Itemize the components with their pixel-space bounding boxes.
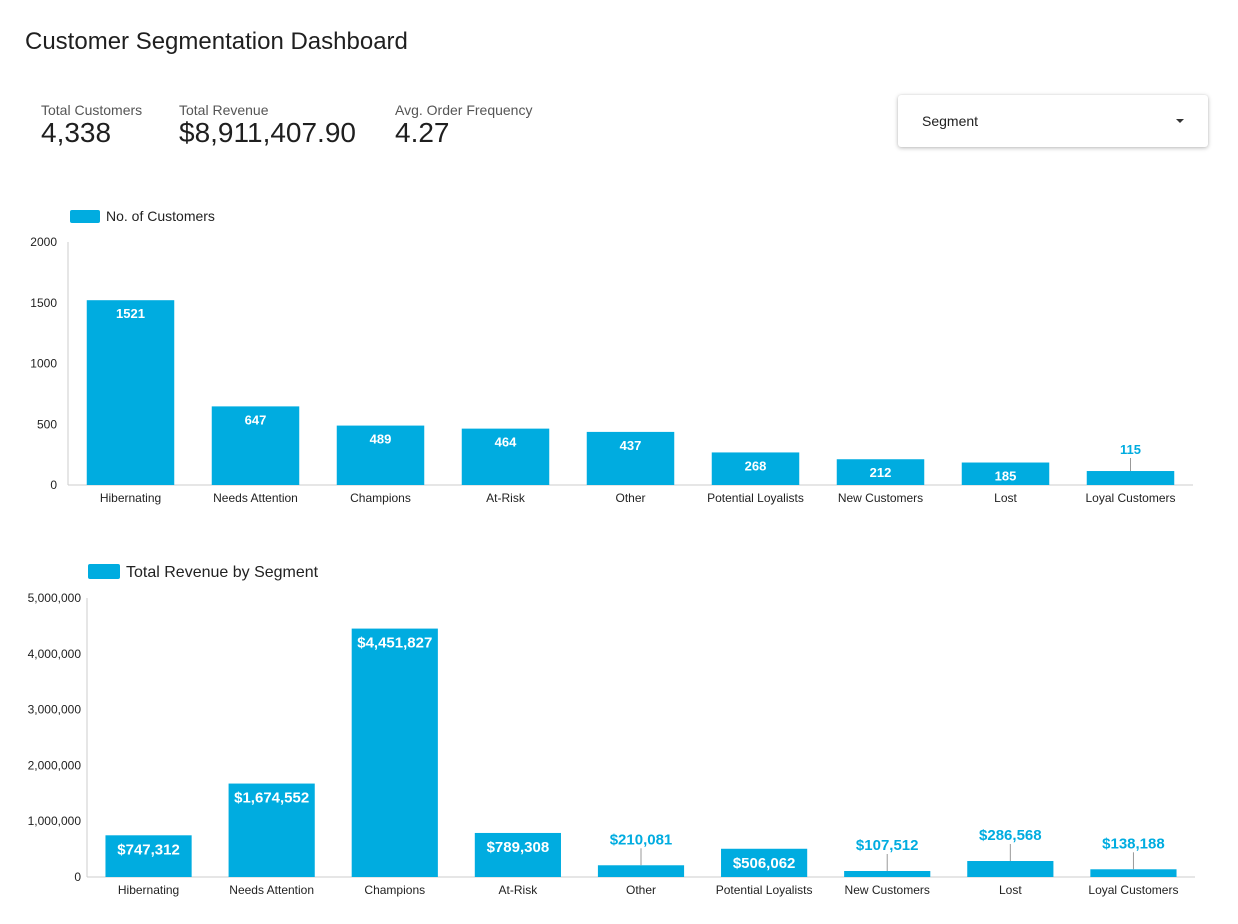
y-tick-label: 5,000,000 bbox=[28, 591, 82, 605]
x-tick-label: Lost bbox=[994, 491, 1017, 505]
data-label: $4,451,827 bbox=[357, 635, 432, 652]
bar-other[interactable] bbox=[597, 865, 685, 877]
bar-lost[interactable] bbox=[967, 861, 1054, 877]
kpi-value: 4,338 bbox=[41, 117, 112, 148]
y-tick-label: 2,000,000 bbox=[28, 758, 82, 772]
caret-down-icon bbox=[1176, 119, 1184, 123]
x-tick-label: Champions bbox=[350, 491, 411, 505]
x-tick-label: Other bbox=[626, 883, 656, 897]
x-tick-label: New Customers bbox=[845, 883, 930, 897]
y-tick-label: 3,000,000 bbox=[28, 703, 82, 717]
data-label: $1,674,552 bbox=[234, 790, 309, 807]
customers-bar-chart: No. of Customers 0 500 1000 1500 2000 1521 Hibe… bbox=[30, 208, 1193, 505]
chart-legend: Total Revenue by Segment bbox=[88, 564, 319, 581]
kpi-value: $8,911,407.90 bbox=[179, 117, 356, 148]
legend-swatch bbox=[70, 210, 100, 223]
x-tick-label: Loyal Customers bbox=[1088, 883, 1178, 897]
data-label: 1521 bbox=[116, 306, 145, 321]
data-label: 268 bbox=[745, 458, 767, 473]
legend-label: Total Revenue by Segment bbox=[126, 564, 319, 581]
legend-swatch bbox=[88, 564, 120, 579]
data-label: $286,568 bbox=[979, 827, 1042, 844]
y-tick-label: 0 bbox=[74, 870, 81, 884]
x-tick-label: Potential Loyalists bbox=[716, 883, 813, 897]
x-tick-label: New Customers bbox=[838, 491, 923, 505]
x-tick-label: At-Risk bbox=[499, 883, 539, 897]
data-label: $107,512 bbox=[856, 837, 919, 854]
y-tick-label: 500 bbox=[37, 417, 57, 431]
x-tick-label: Loyal Customers bbox=[1085, 491, 1175, 505]
segment-dropdown[interactable]: Segment bbox=[898, 95, 1208, 147]
kpi-total-revenue: Total Revenue $8,911,407.90 bbox=[179, 101, 356, 148]
page-title: Customer Segmentation Dashboard bbox=[25, 28, 408, 55]
legend-label: No. of Customers bbox=[106, 208, 215, 224]
data-label: 115 bbox=[1120, 442, 1141, 457]
x-tick-label: Lost bbox=[999, 883, 1022, 897]
bar-loyal-customers[interactable] bbox=[1086, 471, 1175, 485]
x-tick-label: Needs Attention bbox=[213, 491, 298, 505]
data-label: $138,188 bbox=[1102, 835, 1165, 852]
x-tick-label: Potential Loyalists bbox=[707, 491, 804, 505]
kpi-total-customers: Total Customers 4,338 bbox=[41, 101, 142, 148]
y-tick-label: 1,000,000 bbox=[28, 814, 82, 828]
x-tick-label: Hibernating bbox=[100, 491, 161, 505]
data-label: 464 bbox=[495, 435, 517, 450]
x-tick-label: Hibernating bbox=[118, 883, 179, 897]
segment-dropdown-label: Segment bbox=[922, 113, 979, 129]
y-tick-label: 4,000,000 bbox=[28, 647, 82, 661]
data-label: 212 bbox=[870, 465, 892, 480]
data-label: $789,308 bbox=[487, 839, 550, 856]
data-label: $506,062 bbox=[733, 855, 796, 872]
data-label: 437 bbox=[620, 438, 642, 453]
x-tick-label: Other bbox=[615, 491, 645, 505]
data-label: $210,081 bbox=[610, 831, 673, 848]
y-tick-label: 1000 bbox=[30, 357, 57, 371]
kpi-value: 4.27 bbox=[395, 117, 450, 148]
x-tick-label: Champions bbox=[364, 883, 425, 897]
y-tick-label: 0 bbox=[50, 478, 57, 492]
data-label: $747,312 bbox=[117, 841, 180, 858]
data-label: 647 bbox=[245, 412, 267, 427]
kpi-avg-order-frequency: Avg. Order Frequency 4.27 bbox=[395, 101, 532, 148]
y-tick-label: 2000 bbox=[30, 235, 57, 249]
bar-new-customers[interactable] bbox=[844, 871, 931, 877]
x-tick-label: At-Risk bbox=[486, 491, 526, 505]
revenue-bar-chart: Total Revenue by Segment 0 1,000,000 2,000,… bbox=[28, 564, 1195, 897]
chart-legend: No. of Customers bbox=[70, 208, 215, 224]
data-label: 489 bbox=[370, 432, 392, 447]
data-label: 185 bbox=[995, 469, 1017, 484]
y-tick-label: 1500 bbox=[30, 296, 57, 310]
bar-loyal-customers[interactable] bbox=[1090, 869, 1177, 877]
x-tick-label: Needs Attention bbox=[229, 883, 314, 897]
bar-hibernating[interactable] bbox=[86, 300, 175, 485]
bar-champions[interactable] bbox=[351, 628, 438, 877]
